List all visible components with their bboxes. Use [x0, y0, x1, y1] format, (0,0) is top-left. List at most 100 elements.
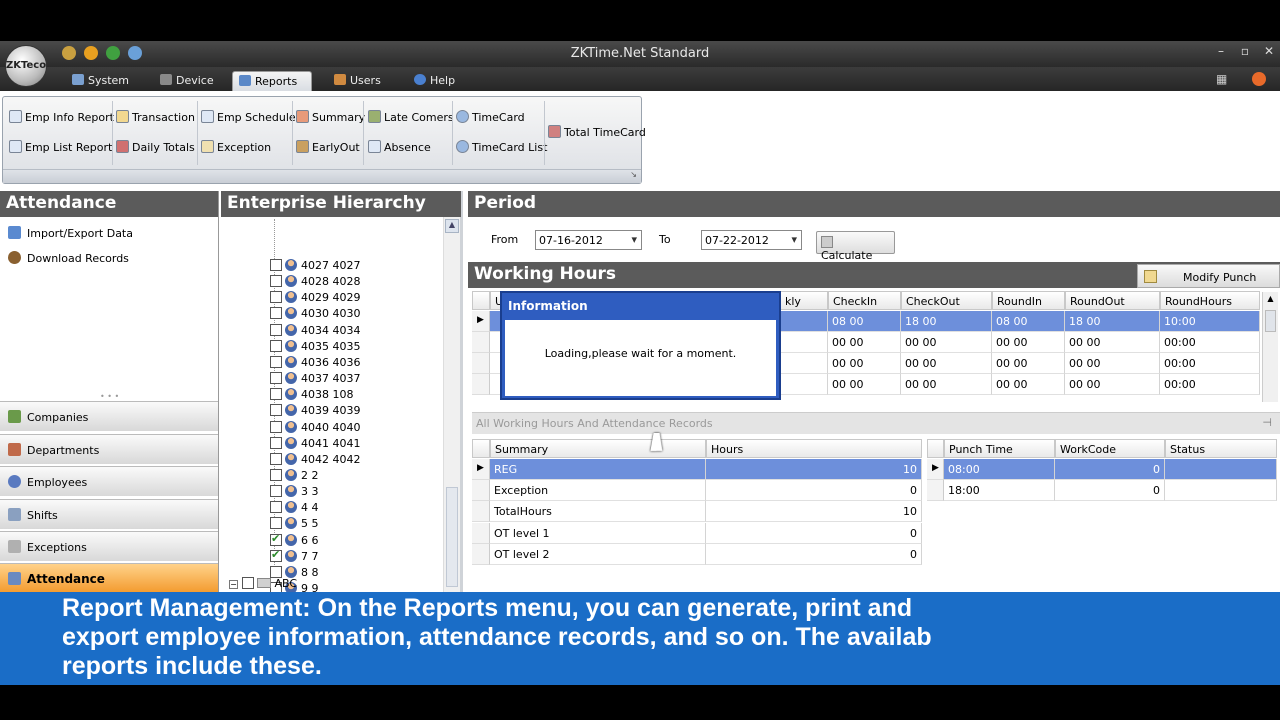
tree-checkbox[interactable] [270, 323, 282, 336]
row-indicator[interactable] [472, 501, 490, 523]
tree-item[interactable]: 4039 4039 [270, 404, 361, 420]
row-indicator[interactable]: ▶ [927, 459, 944, 480]
tree-item[interactable]: 4037 4037 [270, 372, 361, 388]
row-indicator[interactable] [472, 480, 490, 502]
row-indicator[interactable]: ▶ [472, 459, 490, 480]
table-cell[interactable]: 00:00 [1160, 332, 1260, 353]
tree-checkbox[interactable] [270, 275, 282, 288]
tree-item[interactable]: 4027 4027 [270, 259, 361, 275]
tree-item[interactable]: 4028 4028 [270, 275, 361, 291]
total-timecard-button[interactable]: Total TimeCard [548, 123, 646, 143]
tab-device[interactable]: Device [154, 71, 220, 91]
tree-item[interactable]: 4038 108 [270, 388, 354, 404]
row-indicator[interactable] [927, 480, 944, 502]
maximize-button[interactable]: ▫ [1235, 44, 1255, 58]
table-cell[interactable]: 18 00 [901, 311, 992, 332]
tree-checkbox[interactable] [270, 307, 282, 320]
table-cell[interactable]: 00 00 [1065, 374, 1160, 395]
table-cell[interactable]: 10:00 [1160, 311, 1260, 332]
table-cell[interactable]: 00 00 [992, 374, 1065, 395]
tree-item[interactable]: 4040 4040 [270, 420, 361, 437]
table-cell[interactable]: 00 00 [901, 374, 992, 395]
tree-checkbox[interactable] [270, 339, 282, 352]
minimize-button[interactable]: – [1211, 44, 1231, 58]
tree-checkbox[interactable] [270, 485, 282, 498]
theme-icon[interactable] [1252, 72, 1266, 86]
column-header[interactable]: CheckOut [901, 291, 992, 310]
table-cell[interactable]: 10 [706, 501, 922, 523]
row-indicator[interactable]: ▶ [472, 311, 490, 332]
table-cell[interactable]: 00 00 [828, 332, 901, 353]
nav-departments[interactable]: Departments [0, 434, 218, 464]
tree-checkbox[interactable] [270, 404, 282, 417]
table-cell[interactable]: OT level 2 [490, 543, 706, 565]
tab-help[interactable]: Help [408, 71, 461, 91]
column-header[interactable]: RoundOut [1065, 291, 1160, 310]
tab-system[interactable]: System [66, 71, 135, 91]
exception-button[interactable]: Exception [201, 138, 271, 158]
transaction-button[interactable]: Transaction [116, 108, 195, 128]
scroll-thumb[interactable] [446, 487, 458, 587]
row-indicator[interactable] [472, 353, 490, 374]
tree-checkbox[interactable] [270, 548, 282, 562]
daily-totals-button[interactable]: Daily Totals [116, 138, 195, 158]
tree-item[interactable]: 4041 4041 [270, 436, 361, 453]
table-cell[interactable]: 00 00 [901, 353, 992, 374]
table-cell[interactable]: 18:00 [944, 480, 1055, 502]
scroll-thumb[interactable] [1265, 310, 1276, 332]
table-cell[interactable]: 00 00 [828, 353, 901, 374]
table-cell[interactable] [1165, 480, 1277, 502]
pin-icon[interactable]: ⊣ [1262, 416, 1272, 429]
late-comers-button[interactable]: Late Comers [368, 108, 454, 128]
table-cell[interactable]: 00 00 [828, 374, 901, 395]
column-header[interactable]: Status [1165, 439, 1277, 458]
absence-button[interactable]: Absence [368, 138, 431, 158]
nav-shifts[interactable]: Shifts [0, 499, 218, 529]
tree-checkbox[interactable] [270, 436, 282, 449]
table-cell[interactable]: 00 00 [1065, 332, 1160, 353]
table-cell[interactable]: 08:00 [944, 459, 1055, 480]
table-cell[interactable]: 08 00 [828, 311, 901, 332]
table-cell[interactable]: 00 00 [1065, 353, 1160, 374]
tree-item[interactable]: 4034 4034 [270, 323, 361, 340]
table-cell[interactable]: 0 [706, 522, 922, 544]
calculate-button[interactable]: Calculate [816, 231, 895, 262]
column-header[interactable]: kly [780, 291, 828, 310]
tree-group-abc[interactable]: − ABC [229, 577, 297, 590]
table-cell[interactable]: 0 [706, 480, 922, 502]
import-export-data-link[interactable]: Import/Export Data [8, 226, 133, 240]
tree-checkbox[interactable] [270, 420, 282, 433]
table-cell[interactable]: REG [490, 459, 706, 480]
download-records-link[interactable]: Download Records [8, 251, 129, 265]
emp-info-report-button[interactable]: Emp Info Report [9, 108, 114, 128]
emp-schedule-button[interactable]: Emp Schedule [201, 108, 296, 128]
tab-reports[interactable]: Reports [232, 71, 312, 91]
table-cell[interactable]: 00 00 [901, 332, 992, 353]
table-cell[interactable]: 0 [706, 543, 922, 565]
nav-employees[interactable]: Employees [0, 466, 218, 496]
tree-item[interactable]: 2 2 [270, 468, 319, 485]
table-cell[interactable]: Exception [490, 480, 706, 502]
timecard-list-button[interactable]: TimeCard List [456, 138, 547, 158]
column-header[interactable]: RoundIn [992, 291, 1065, 310]
splitter-grip[interactable]: • • • [100, 392, 119, 401]
refresh-icon[interactable] [106, 46, 120, 60]
tree-checkbox[interactable] [270, 259, 282, 271]
tree-scrollbar[interactable]: ▲ [443, 217, 460, 594]
nav-companies[interactable]: Companies [0, 401, 218, 431]
scroll-up-button[interactable]: ▲ [1264, 294, 1277, 306]
tree-checkbox[interactable] [270, 291, 282, 304]
nav-attendance[interactable]: Attendance [0, 563, 218, 593]
scroll-up-button[interactable]: ▲ [445, 219, 459, 233]
column-header[interactable]: CheckIn [828, 291, 901, 310]
tree-checkbox[interactable] [270, 517, 282, 530]
table-cell[interactable]: 18 00 [1065, 311, 1160, 332]
tree-item[interactable]: 4 4 [270, 501, 319, 517]
table-cell[interactable]: 00:00 [1160, 374, 1260, 395]
tree-item[interactable]: 4029 4029 [270, 291, 361, 307]
table-cell[interactable]: 0 [1055, 459, 1165, 480]
quick-access-icon[interactable] [62, 46, 76, 60]
table-cell[interactable]: 00 00 [992, 332, 1065, 353]
tree-checkbox[interactable] [270, 532, 282, 546]
table-cell[interactable]: 08 00 [992, 311, 1065, 332]
